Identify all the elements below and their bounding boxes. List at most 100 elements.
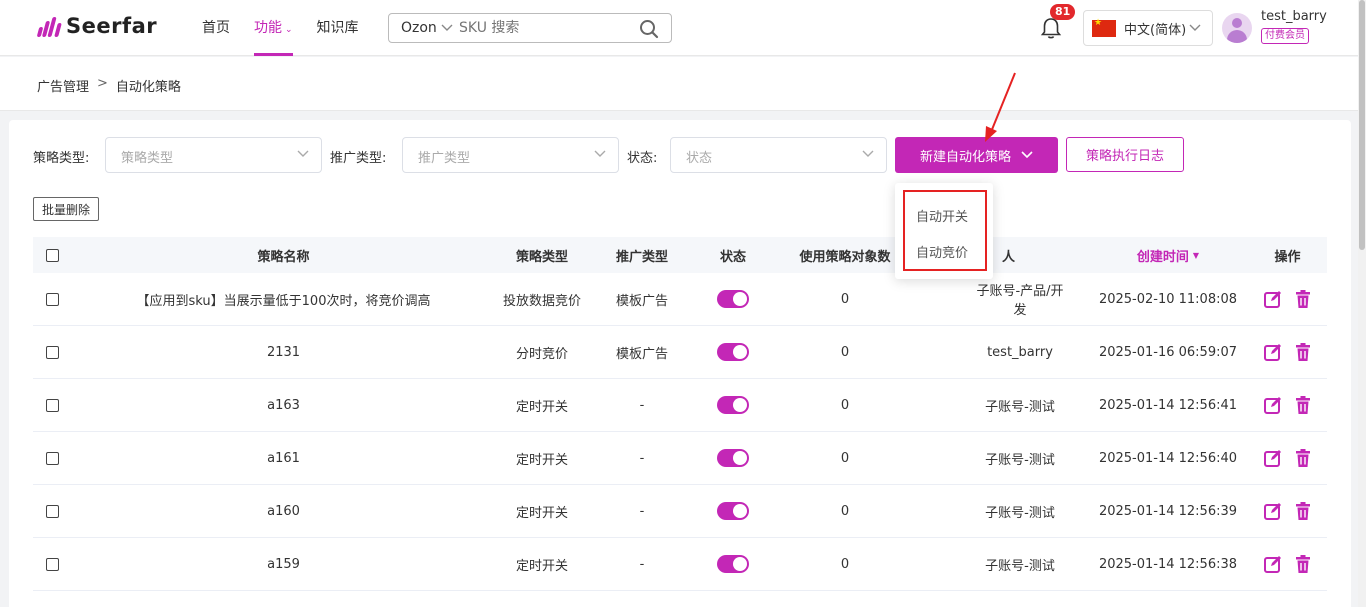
select-all-checkbox[interactable] — [45, 248, 59, 262]
status-cell — [696, 432, 770, 484]
row-checkbox[interactable] — [45, 557, 59, 571]
promo-type-label: 推广类型: — [330, 151, 387, 166]
row-checkbox[interactable] — [45, 504, 59, 518]
promo-type: 模板广告 — [615, 346, 668, 362]
scrollbar-thumb[interactable] — [1359, 0, 1365, 250]
sort-desc-icon[interactable]: ▼ — [1193, 251, 1199, 260]
created-time: 2025-01-14 12:56:38 — [1098, 556, 1238, 572]
creator: 子账号-测试 — [985, 452, 1055, 468]
strategy-type-select[interactable]: 策略类型 — [105, 137, 322, 173]
username[interactable]: test_barry — [1261, 9, 1327, 24]
status-toggle[interactable] — [717, 290, 749, 308]
strategy-name: 2131 — [266, 344, 301, 360]
strategy-table: 策略名称 策略类型 推广类型 状态 使用策略对象数 人 创建时间 ▼ 操作 【应… — [33, 237, 1327, 591]
status-toggle[interactable] — [717, 555, 749, 573]
row-checkbox[interactable] — [45, 398, 59, 412]
col-header-status: 状态 — [719, 249, 746, 265]
create-strategy-label: 新建自动化策略 — [919, 149, 1011, 165]
row-select-cell — [33, 432, 71, 484]
status-toggle[interactable] — [717, 343, 749, 361]
status-toggle[interactable] — [717, 449, 749, 467]
select-placeholder: 推广类型 — [418, 151, 471, 166]
status-cell — [696, 326, 770, 378]
promo-type-select[interactable]: 推广类型 — [402, 137, 619, 173]
breadcrumb-item-ads[interactable]: 广告管理 — [37, 76, 89, 95]
delete-icon[interactable] — [1293, 448, 1313, 468]
row-checkbox[interactable] — [45, 292, 59, 306]
user-avatar[interactable] — [1222, 13, 1252, 43]
chevron-down-icon — [594, 150, 606, 157]
site-select[interactable]: Ozon — [389, 20, 459, 36]
row-checkbox[interactable] — [45, 451, 59, 465]
strategy-log-button[interactable]: 策略执行日志 — [1066, 137, 1184, 172]
col-header-created[interactable]: 创建时间 ▼ — [1088, 237, 1248, 273]
strategy-name: a163 — [267, 397, 300, 413]
delete-icon[interactable] — [1293, 501, 1313, 521]
edit-icon[interactable] — [1263, 395, 1283, 415]
created-time: 2025-01-16 06:59:07 — [1098, 344, 1238, 360]
col-header-promo: 推广类型 — [615, 249, 668, 265]
promo-type: - — [639, 503, 645, 519]
top-header: Seerfar 首页 功能⌄ 知识库 Ozon 81 中文(简体) test_b… — [0, 0, 1366, 56]
row-actions — [1248, 326, 1327, 378]
language-select[interactable]: 中文(简体) — [1083, 10, 1213, 46]
delete-icon[interactable] — [1293, 554, 1313, 574]
edit-icon[interactable] — [1263, 342, 1283, 362]
nav-item-knowledge[interactable]: 知识库 — [317, 0, 359, 56]
created-time: 2025-01-14 12:56:41 — [1098, 397, 1238, 413]
chevron-down-icon — [862, 150, 874, 157]
breadcrumb-item-current: 自动化策略 — [115, 80, 181, 95]
delete-icon[interactable] — [1293, 289, 1313, 309]
edit-icon[interactable] — [1263, 501, 1283, 521]
strategy-type: 定时开关 — [515, 399, 568, 415]
language-value: 中文(简体) — [1124, 22, 1187, 38]
main-panel: 策略类型: 策略类型 推广类型: 推广类型 状态: 状态 新建自动化策略 策略执… — [9, 120, 1351, 607]
status-toggle[interactable] — [717, 396, 749, 414]
promo-type: 模板广告 — [615, 293, 668, 309]
strategy-name: 【应用到sku】当展示量低于100次时，将竞价调高 — [136, 293, 431, 309]
logo-mark-icon — [36, 15, 62, 37]
edit-icon[interactable] — [1263, 554, 1283, 574]
batch-delete-button[interactable]: 批量删除 — [33, 197, 99, 221]
seerfar-logo[interactable]: Seerfar — [36, 14, 157, 38]
col-header-actions: 操作 — [1274, 249, 1301, 265]
col-header-name: 策略名称 — [257, 249, 310, 265]
creator: 子账号-产品/开发 — [976, 284, 1064, 318]
row-select-cell — [33, 326, 71, 378]
edit-icon[interactable] — [1263, 289, 1283, 309]
creator: 子账号-测试 — [985, 399, 1055, 415]
breadcrumb-bar: 广告管理 > 自动化策略 — [0, 57, 1358, 111]
object-count: 0 — [840, 503, 850, 519]
china-flag-icon — [1092, 18, 1116, 37]
status-toggle[interactable] — [717, 502, 749, 520]
row-select-cell — [33, 273, 71, 325]
status-select[interactable]: 状态 — [670, 137, 887, 173]
create-strategy-button[interactable]: 新建自动化策略 — [895, 137, 1058, 173]
nav-item-features[interactable]: 功能 ⌄ — [254, 0, 293, 56]
row-checkbox[interactable] — [45, 345, 59, 359]
edit-icon[interactable] — [1263, 448, 1283, 468]
created-time: 2025-01-14 12:56:40 — [1098, 450, 1238, 466]
row-select-cell — [33, 379, 71, 431]
breadcrumb: 广告管理 > 自动化策略 — [37, 76, 181, 95]
delete-icon[interactable] — [1293, 342, 1313, 362]
chevron-down-icon — [1021, 151, 1033, 159]
select-all-cell — [33, 237, 71, 273]
annotation-arrow-icon — [985, 72, 1016, 142]
creator: test_barry — [987, 344, 1053, 360]
strategy-type: 定时开关 — [515, 452, 568, 468]
table-row: 2131 分时竞价 模板广告 0 test_barry 2025-01-16 06:59:… — [33, 326, 1327, 379]
creator: 子账号-测试 — [985, 505, 1055, 521]
delete-icon[interactable] — [1293, 395, 1313, 415]
search-icon[interactable] — [639, 19, 659, 39]
nav-item-home[interactable]: 首页 — [202, 0, 230, 56]
table-row: a161 定时开关 - 0 子账号-测试 2025-01-14 12:56:40 — [33, 432, 1327, 485]
promo-type: - — [639, 556, 645, 572]
breadcrumb-separator: > — [97, 76, 108, 91]
status-cell — [696, 485, 770, 537]
object-count: 0 — [840, 344, 850, 360]
search-input[interactable] — [459, 15, 619, 41]
chevron-down-icon — [1189, 24, 1201, 31]
strategy-type-label: 策略类型: — [33, 151, 90, 166]
object-count: 0 — [840, 291, 850, 307]
